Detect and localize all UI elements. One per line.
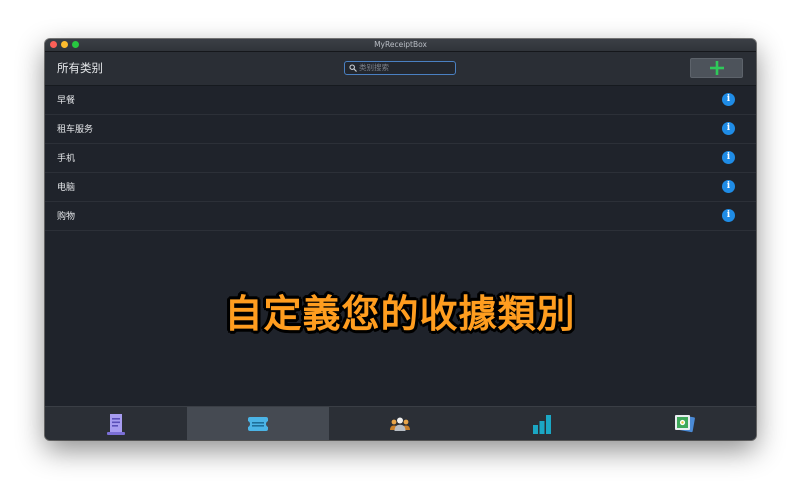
search-input[interactable] [359,62,451,74]
plus-icon [710,61,724,75]
category-list: 早餐 i 租车服务 i 手机 i 电脑 i 购物 i [45,86,756,231]
info-icon[interactable]: i [722,209,735,222]
list-item[interactable]: 购物 i [45,202,756,231]
category-label: 早餐 [57,96,76,106]
receipt-icon [107,414,125,435]
category-label: 手机 [57,154,76,164]
info-icon[interactable]: i [722,122,735,135]
list-item[interactable]: 租车服务 i [45,115,756,144]
list-item[interactable]: 早餐 i [45,86,756,115]
info-icon[interactable]: i [722,180,735,193]
tab-receipts[interactable] [45,407,187,440]
search-box[interactable] [344,61,456,75]
tab-photos[interactable] [613,407,755,440]
people-icon [390,417,410,431]
tab-categories[interactable] [187,407,329,440]
category-label: 购物 [57,212,76,222]
tab-bar [45,406,756,440]
page-title: 所有类别 [57,61,103,75]
bar-chart-icon [533,415,551,434]
list-item[interactable]: 手机 i [45,144,756,173]
promo-caption: 自定義您的收據類別 [224,292,576,336]
info-icon[interactable]: i [722,93,735,106]
app-window: MyReceiptBox 所有类别 早餐 i 租车服务 i 手机 [45,39,756,440]
info-icon[interactable]: i [722,151,735,164]
header-bar: 所有类别 [45,52,756,86]
search-icon [349,64,357,72]
window-title: MyReceiptBox [374,40,427,49]
photo-stack-icon [675,415,695,433]
category-label: 电脑 [57,183,76,193]
tab-reports[interactable] [471,407,613,440]
title-bar[interactable]: MyReceiptBox [45,39,756,52]
add-category-button[interactable] [690,58,743,78]
ticket-icon [248,417,268,431]
category-label: 租车服务 [57,125,94,135]
tab-people[interactable] [329,407,471,440]
list-item[interactable]: 电脑 i [45,173,756,202]
